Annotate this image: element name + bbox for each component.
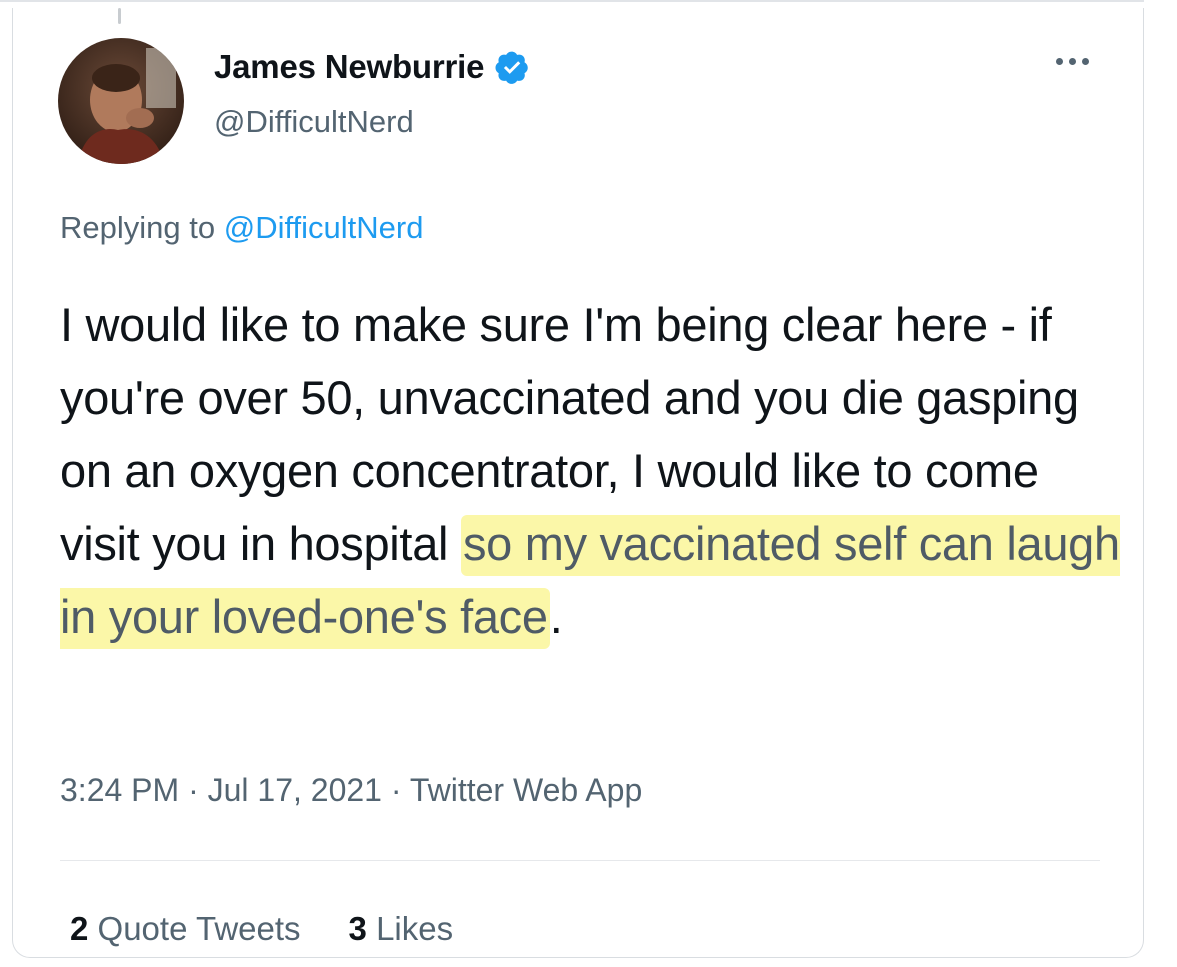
likes-label: Likes [376,910,454,947]
author-display-name[interactable]: James Newburrie [214,48,485,86]
tweet-date[interactable]: Jul 17, 2021 [208,772,382,808]
more-dot [1056,58,1063,65]
quote-tweets-label: Quote Tweets [97,910,301,947]
quote-tweets-stat[interactable]: 2 Quote Tweets [70,910,301,948]
verified-badge-icon [495,51,529,84]
replying-to-line: Replying to @DifficultNerd [60,210,423,246]
author-handle[interactable]: @DifficultNerd [214,104,414,140]
tweet-source[interactable]: Twitter Web App [410,772,642,808]
tweet-time[interactable]: 3:24 PM [60,772,179,808]
avatar[interactable] [58,38,184,164]
more-dot [1082,58,1089,65]
quote-tweets-count: 2 [70,910,89,947]
more-dot [1069,58,1076,65]
meta-separator: · [179,772,208,808]
tweet-text: I would like to make sure I'm being clea… [60,288,1120,653]
likes-count: 3 [348,910,367,947]
replying-to-label: Replying to [60,210,224,245]
likes-stat[interactable]: 3 Likes [349,910,454,948]
replying-to-mention[interactable]: @DifficultNerd [224,210,424,245]
stats-divider [60,860,1100,861]
meta-separator: · [381,772,410,808]
tweet-stats: 2 Quote Tweets 3 Likes [70,910,453,948]
avatar-photo [58,38,184,164]
more-options-icon[interactable] [1056,58,1089,65]
tweet-text-end: . [549,590,563,643]
thread-connector-line [118,8,121,24]
top-divider [0,0,1144,2]
tweet-meta: 3:24 PM · Jul 17, 2021 · Twitter Web App [60,772,642,809]
author-name-row: James Newburrie [214,48,530,86]
